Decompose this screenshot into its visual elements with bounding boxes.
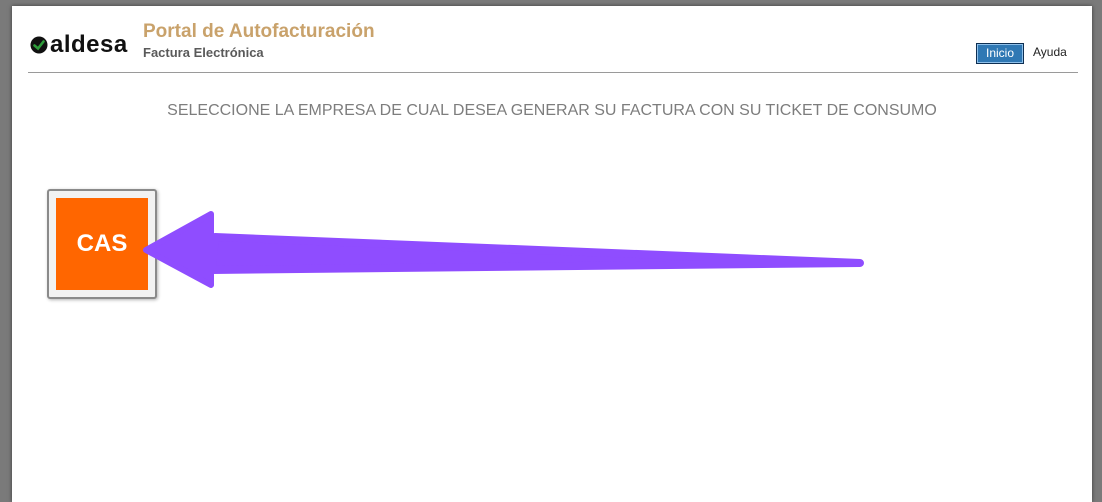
aldesa-logo: aldesa (30, 30, 128, 60)
portal-window: aldesa Portal de Autofacturación Factura… (12, 6, 1092, 502)
aldesa-logo-icon (30, 36, 48, 54)
header-divider (28, 72, 1078, 73)
brand-name: aldesa (50, 31, 128, 58)
inicio-button[interactable]: Inicio (976, 43, 1024, 64)
ayuda-link[interactable]: Ayuda (1033, 45, 1067, 59)
company-tile-cas[interactable]: CAS (56, 198, 148, 290)
page-subtitle: Factura Electrónica (143, 45, 264, 60)
instruction-text: SELECCIONE LA EMPRESA DE CUAL DESEA GENE… (167, 102, 937, 119)
company-card-cas[interactable]: CAS (47, 189, 157, 299)
page-title: Portal de Autofacturación (143, 21, 375, 42)
company-label: CAS (76, 230, 128, 257)
